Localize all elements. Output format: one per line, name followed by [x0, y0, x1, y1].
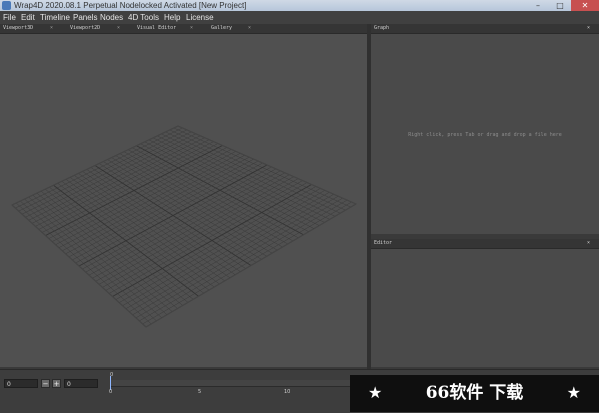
close-icon[interactable]: ✕ [571, 0, 599, 11]
graph-panel[interactable]: Right click, press Tab or drag and drop … [371, 34, 599, 234]
tab-label: Gallery [211, 25, 233, 31]
graph-drop-hint: Right click, press Tab or drag and drop … [408, 132, 562, 138]
plus-button[interactable]: + [52, 379, 61, 388]
tab-gallery[interactable]: Gallery × [208, 24, 251, 33]
tab-viewport2d[interactable]: Viewport2D × [67, 24, 120, 33]
tick-label: 0 [109, 389, 113, 395]
grid-line [132, 195, 339, 316]
window-titlebar: Wrap4D 2020.08.1 Perpetual Nodelocked Ac… [0, 0, 599, 11]
star-icon: ★ [566, 383, 581, 402]
tab-label: Editor [374, 240, 393, 246]
playhead[interactable] [110, 376, 111, 390]
tab-close-icon[interactable]: × [117, 24, 120, 33]
start-frame-field[interactable]: 0 [4, 379, 38, 388]
menu-4d-tools[interactable]: 4D Tools [128, 11, 159, 24]
tab-editor[interactable]: Editor [371, 239, 392, 248]
menu-help[interactable]: Help [164, 11, 180, 24]
graph-tab-bar: Graph × [371, 24, 599, 34]
menu-panels[interactable]: Panels [73, 11, 97, 24]
minimize-icon[interactable]: – [527, 0, 549, 11]
tab-label: Visual Editor [137, 25, 177, 31]
left-tab-bar: Viewport3D × Viewport2D × Visual Editor … [0, 24, 367, 34]
tab-close-icon[interactable]: × [584, 24, 590, 33]
grid-line [129, 194, 334, 312]
tab-visual-editor[interactable]: Visual Editor × [134, 24, 193, 33]
tab-label: Viewport2D [70, 25, 101, 31]
tab-label: Viewport3D [3, 25, 34, 31]
menu-file[interactable]: File [3, 11, 16, 24]
tick-label: 5 [198, 389, 202, 395]
watermark-text: 66软件 下载 [425, 383, 524, 403]
editor-panel[interactable] [371, 249, 599, 367]
watermark-banner: ★ 66软件 下载 ★ [350, 375, 599, 412]
editor-tab-bar: Editor × [371, 239, 599, 249]
viewport-3d[interactable] [0, 34, 368, 367]
tab-close-icon[interactable]: × [190, 24, 193, 33]
menu-nodes[interactable]: Nodes [100, 11, 123, 24]
tab-viewport3d[interactable]: Viewport3D × [0, 24, 53, 33]
tab-graph[interactable]: Graph [371, 24, 389, 33]
end-frame-field[interactable]: 0 [64, 379, 98, 388]
app-icon [2, 1, 11, 10]
tab-close-icon[interactable]: × [248, 24, 251, 33]
minus-button[interactable]: − [41, 379, 50, 388]
menu-timeline[interactable]: Timeline [40, 11, 70, 24]
grid-lines [11, 125, 357, 328]
menu-edit[interactable]: Edit [21, 11, 35, 24]
maximize-icon[interactable]: □ [549, 0, 571, 11]
menu-bar: File Edit Timeline Panels Nodes 4D Tools… [0, 11, 599, 25]
tab-close-icon[interactable]: × [584, 239, 590, 248]
ground-grid [11, 125, 358, 328]
tab-label: Graph [374, 25, 390, 31]
tick-label: 10 [284, 389, 291, 395]
timeline-track[interactable] [110, 380, 350, 387]
window-title: Wrap4D 2020.08.1 Perpetual Nodelocked Ac… [14, 1, 247, 10]
tab-close-icon[interactable]: × [50, 24, 53, 33]
menu-license[interactable]: License [186, 11, 214, 24]
